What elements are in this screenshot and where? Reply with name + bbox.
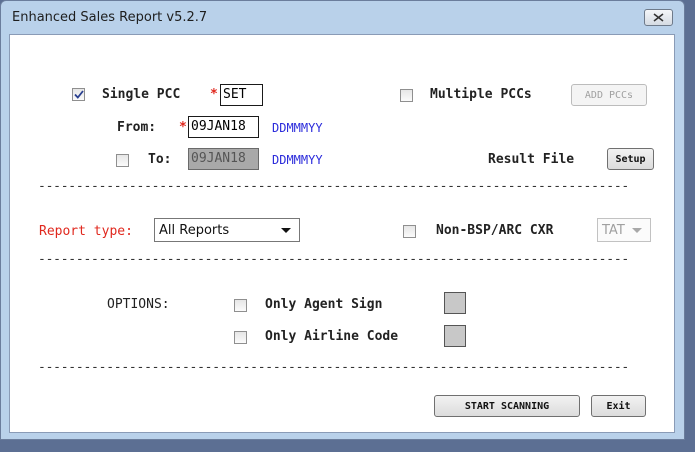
- from-required-marker: *: [179, 120, 187, 135]
- start-scanning-button[interactable]: START SCANNING: [434, 395, 580, 417]
- dropdown-arrow-icon: [281, 228, 291, 233]
- carrier-select[interactable]: TAT: [597, 218, 651, 242]
- separator-3: ----------------------------------------…: [38, 360, 629, 375]
- dialog-body: Single PCC * SET Multiple PCCs ADD PCCs …: [9, 34, 675, 433]
- separator-2: ----------------------------------------…: [38, 252, 629, 267]
- agent-sign-checkbox[interactable]: [234, 299, 247, 312]
- separator-1: ----------------------------------------…: [38, 179, 629, 194]
- checkmark-icon: [73, 90, 84, 99]
- to-format-hint: DDMMMYY: [272, 153, 323, 167]
- non-bsp-checkbox[interactable]: [403, 225, 416, 238]
- single-pcc-input[interactable]: SET: [220, 84, 263, 106]
- airline-code-label: Only Airline Code: [265, 329, 399, 344]
- from-date-input[interactable]: 09JAN18: [188, 116, 259, 138]
- options-label: OPTIONS:: [107, 297, 170, 312]
- report-type-label: Report type:: [39, 224, 133, 239]
- single-pcc-label: Single PCC: [102, 87, 181, 102]
- non-bsp-label: Non-BSP/ARC CXR: [436, 223, 554, 238]
- report-type-select[interactable]: All Reports: [154, 218, 300, 242]
- from-label: From:: [117, 120, 157, 135]
- multiple-pccs-label: Multiple PCCs: [430, 87, 532, 102]
- to-date-input[interactable]: 09JAN18: [188, 148, 259, 170]
- add-pccs-button[interactable]: ADD PCCs: [571, 84, 647, 106]
- exit-button[interactable]: Exit: [591, 395, 646, 417]
- dropdown-arrow-icon: [632, 228, 642, 233]
- setup-button[interactable]: Setup: [607, 148, 654, 170]
- single-pcc-checkbox[interactable]: [72, 88, 85, 101]
- result-file-label: Result File: [488, 152, 575, 167]
- airline-code-input[interactable]: [444, 325, 466, 347]
- window-title: Enhanced Sales Report v5.2.7: [12, 10, 208, 25]
- from-format-hint: DDMMMYY: [272, 121, 323, 135]
- to-date-checkbox[interactable]: [116, 154, 129, 167]
- multiple-pccs-checkbox[interactable]: [400, 89, 413, 102]
- to-label: To:: [148, 152, 172, 167]
- agent-sign-input[interactable]: [444, 292, 466, 314]
- airline-code-checkbox[interactable]: [234, 331, 247, 344]
- carrier-value: TAT: [602, 223, 625, 238]
- close-icon: [653, 13, 664, 22]
- required-marker: *: [210, 87, 218, 102]
- app-window: Enhanced Sales Report v5.2.7 Single PCC …: [0, 0, 685, 440]
- title-bar[interactable]: Enhanced Sales Report v5.2.7: [1, 1, 684, 34]
- close-button[interactable]: [644, 9, 673, 26]
- report-type-value: All Reports: [159, 223, 230, 238]
- agent-sign-label: Only Agent Sign: [265, 297, 383, 312]
